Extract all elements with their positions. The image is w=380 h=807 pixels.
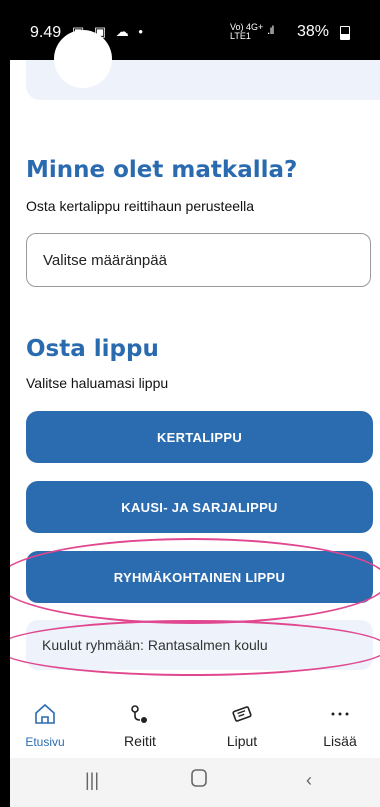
- bottom-nav: Etusivu Reitit Liput Lisää: [10, 690, 380, 758]
- nav-home-label: Etusivu: [25, 735, 65, 749]
- destination-title: Minne olet matkalla?: [26, 157, 298, 183]
- nav-more[interactable]: Lisää: [305, 690, 375, 758]
- ticket-subtitle: Valitse haluamasi lippu: [26, 375, 169, 391]
- signal-icon: .ıl: [267, 23, 274, 37]
- home-icon: [35, 703, 55, 724]
- app-screen: 9.49 ▣ ▣ ☁ • Vo) 4G+ LTE1 .ıl 38% Minne …: [10, 0, 380, 807]
- more-icon: [331, 712, 349, 716]
- nav-tickets[interactable]: Liput: [207, 690, 277, 758]
- recent-apps-icon[interactable]: |||: [85, 770, 99, 791]
- route-icon: [131, 705, 147, 723]
- group-ticket-button[interactable]: RYHMÄKOHTAINEN LIPPU: [26, 551, 373, 603]
- home-button-icon[interactable]: [190, 768, 208, 793]
- nav-more-label: Lisää: [323, 733, 357, 749]
- ticket-icon: [232, 706, 252, 722]
- single-ticket-button[interactable]: KERTALIPPU: [26, 411, 373, 463]
- nav-routes[interactable]: Reitit: [105, 690, 175, 758]
- profile-card: [26, 30, 380, 100]
- nav-home[interactable]: Etusivu: [10, 690, 80, 758]
- destination-subtitle: Osta kertalippu reittihaun perusteella: [26, 198, 255, 214]
- avatar: [54, 30, 112, 88]
- battery-percent: 38%: [297, 23, 330, 40]
- system-nav-bar: ||| ‹: [10, 758, 380, 807]
- nav-tickets-label: Liput: [226, 733, 258, 749]
- network-indicator: Vo) 4G+ LTE1: [230, 22, 264, 41]
- season-ticket-button[interactable]: KAUSI- JA SARJALIPPU: [26, 481, 373, 533]
- back-icon[interactable]: ‹: [306, 770, 312, 791]
- nav-routes-label: Reitit: [124, 733, 156, 749]
- status-time: 9.49: [30, 24, 62, 41]
- ticket-title: Osta lippu: [26, 336, 159, 362]
- destination-select[interactable]: Valitse määränpää: [26, 233, 371, 287]
- battery-icon: [340, 26, 350, 40]
- group-membership-info: Kuulut ryhmään: Rantasalmen koulu: [26, 620, 373, 670]
